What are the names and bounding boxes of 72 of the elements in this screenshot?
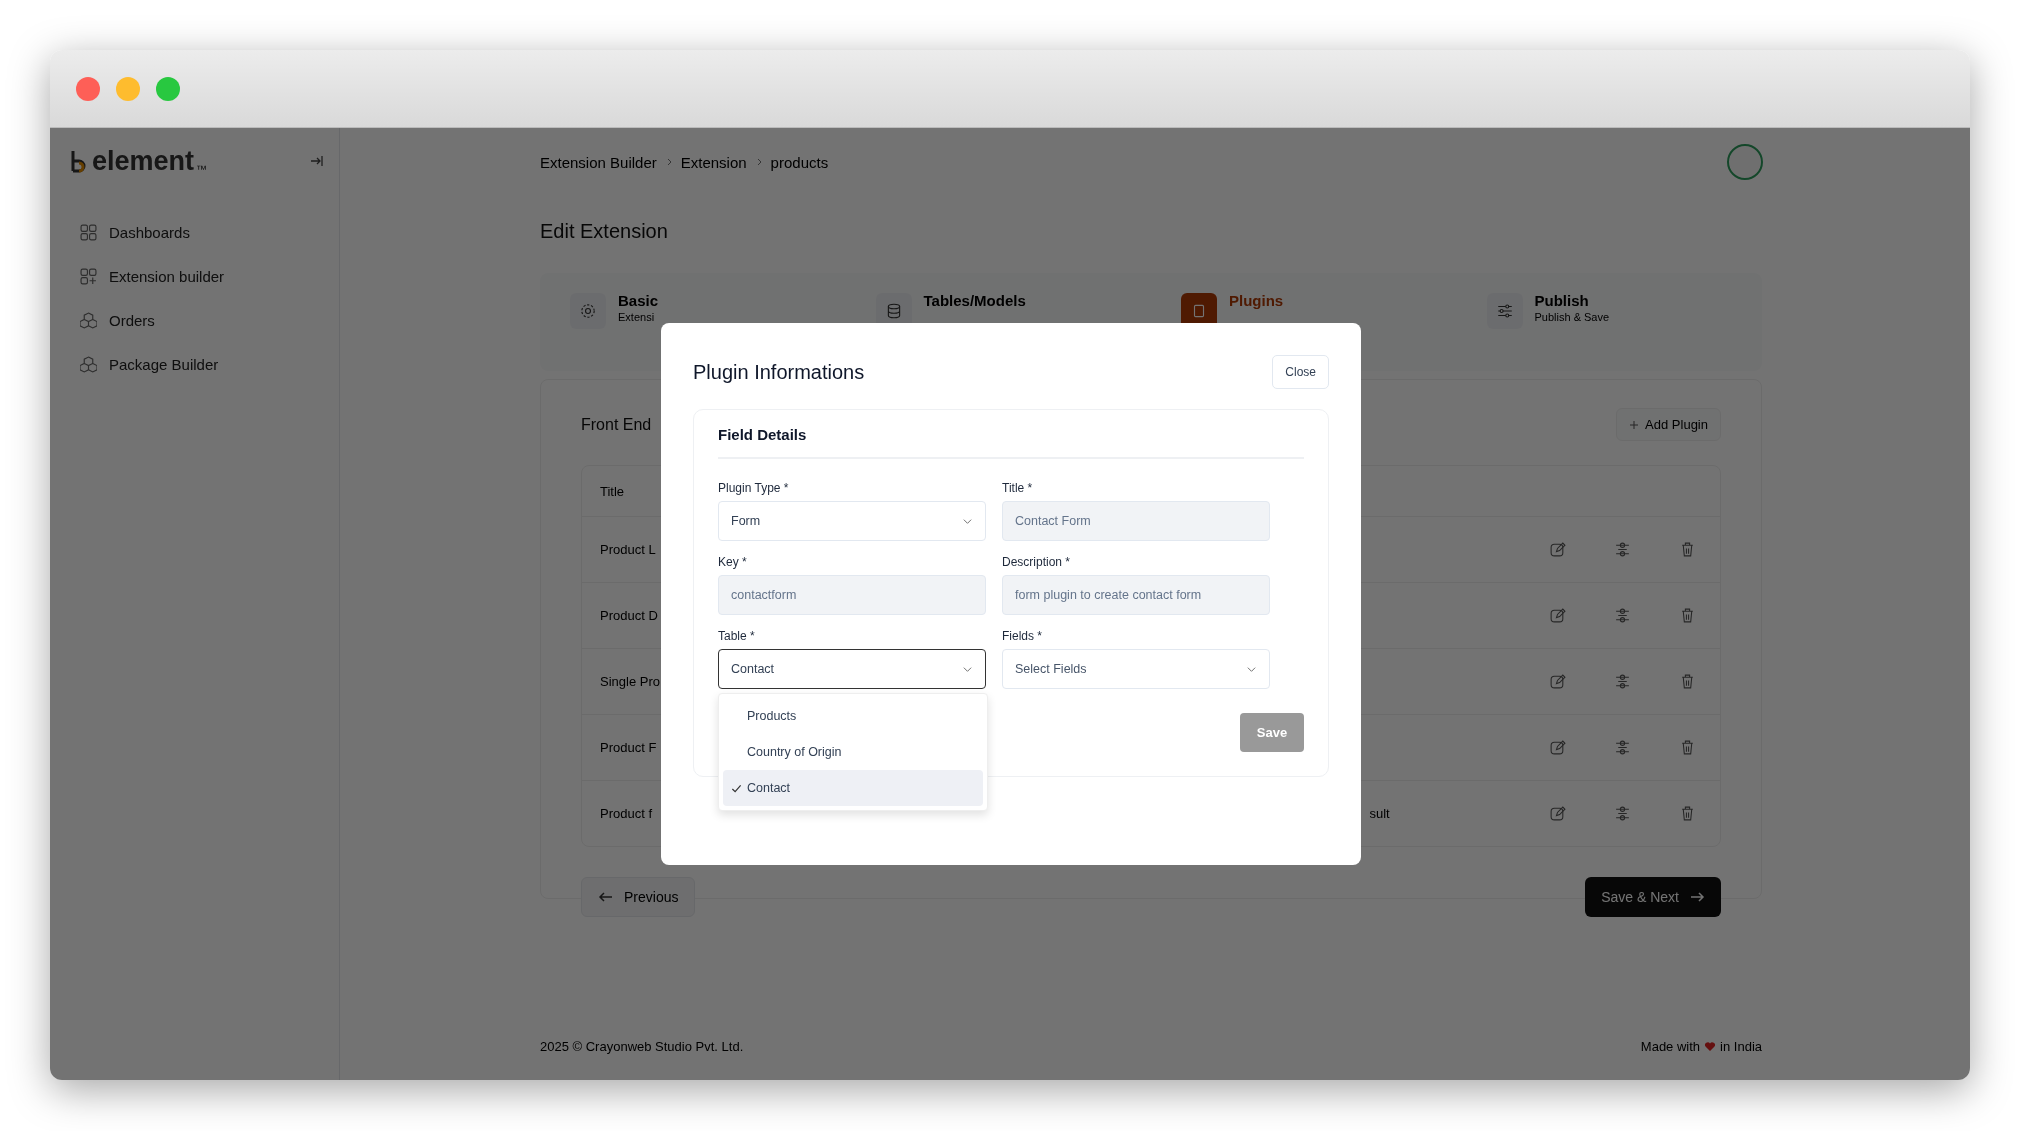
sliders-icon[interactable] — [1614, 541, 1631, 558]
table-cell: Product F — [600, 740, 657, 755]
previous-button[interactable]: Previous — [581, 877, 696, 917]
step-tab[interactable]: Publish Publish & Save — [1456, 273, 1762, 371]
step-title: Plugins — [1229, 292, 1284, 309]
select-field[interactable]: Select Fields — [1002, 649, 1270, 689]
save-and-next-button[interactable]: Save & Next — [1585, 877, 1721, 917]
close-window-icon[interactable] — [76, 76, 100, 101]
close-button[interactable]: Close — [1272, 355, 1329, 389]
page-title: Edit Extension — [540, 220, 669, 243]
modal-title: Plugin Informations — [693, 360, 865, 384]
step-title: Basic — [618, 292, 659, 309]
settings-icon — [579, 302, 597, 320]
cubes-icon — [80, 355, 97, 373]
field-label: Plugin Type * — [718, 481, 790, 495]
breadcrumb-link[interactable]: Extension Builder — [540, 153, 657, 171]
field-label: Description * — [1002, 555, 1072, 569]
trash-icon[interactable] — [1679, 805, 1696, 822]
grid-plus-icon — [80, 267, 97, 285]
breadcrumb-link[interactable]: Extension — [680, 153, 747, 171]
sidebar-item[interactable]: Dashboards — [70, 210, 319, 254]
column-header: Title — [600, 483, 625, 499]
step-subtitle: Extensi — [618, 311, 656, 323]
breadcrumb-link[interactable]: products — [770, 153, 829, 171]
dropdown-option[interactable]: Products — [723, 698, 983, 734]
trash-icon[interactable] — [1679, 739, 1696, 756]
edit-icon[interactable] — [1549, 673, 1566, 690]
field-label: Key * — [718, 555, 748, 569]
plus-icon — [1629, 419, 1640, 430]
trash-icon[interactable] — [1679, 541, 1696, 558]
edit-icon[interactable] — [1549, 541, 1566, 558]
table-cell: Single Pro — [600, 674, 660, 689]
step-title: Publish — [1534, 292, 1590, 309]
trash-icon[interactable] — [1679, 673, 1696, 690]
footer-text: in India — [1720, 1039, 1762, 1054]
field-label: Fields * — [1002, 629, 1043, 643]
sliders-icon[interactable] — [1614, 673, 1631, 690]
copyright-text: 2025 © Crayonweb Studio Pvt. Ltd. — [540, 1039, 744, 1054]
sliders-icon — [1495, 302, 1514, 320]
select-field[interactable]: Form — [718, 501, 986, 541]
maximize-window-icon[interactable] — [156, 76, 180, 101]
card-title: Field Details — [718, 426, 1304, 459]
collapse-sidebar-icon[interactable] — [309, 153, 325, 169]
cubes-icon — [80, 311, 97, 329]
sliders-icon[interactable] — [1614, 739, 1631, 756]
grid-icon — [80, 223, 97, 241]
trash-icon[interactable] — [1679, 607, 1696, 624]
footer-text: Made with — [1640, 1039, 1701, 1054]
edit-icon[interactable] — [1549, 607, 1566, 624]
checkmark-icon — [731, 782, 742, 794]
sidebar-item[interactable]: Extension builder — [70, 254, 319, 298]
section-title: Front End — [581, 415, 652, 434]
field-label: Table * — [718, 629, 756, 643]
edit-icon[interactable] — [1549, 739, 1566, 756]
heart-icon — [1704, 1041, 1717, 1052]
dropdown-option[interactable]: Contact — [723, 770, 983, 806]
step-title: Tables/Models — [923, 292, 1026, 309]
table-cell: sult — [1369, 806, 1390, 821]
step-subtitle: Publish & Save — [1534, 311, 1610, 323]
dropdown-option[interactable]: Country of Origin — [723, 734, 983, 770]
table-cell: Product f — [600, 806, 653, 821]
select-field[interactable]: Contact — [718, 649, 986, 689]
field-label: Title * — [1002, 481, 1034, 495]
edit-icon[interactable] — [1549, 805, 1566, 822]
sliders-icon[interactable] — [1614, 607, 1631, 624]
sidebar-item[interactable]: Orders — [70, 298, 319, 342]
avatar[interactable] — [1727, 144, 1763, 180]
sidebar-item[interactable]: Package Builder — [70, 342, 319, 386]
table-cell: Product D — [600, 608, 658, 623]
table-cell: Product L — [600, 542, 656, 557]
sliders-icon[interactable] — [1614, 805, 1631, 822]
add-plugin-button[interactable]: Add Plugin — [1616, 408, 1721, 441]
